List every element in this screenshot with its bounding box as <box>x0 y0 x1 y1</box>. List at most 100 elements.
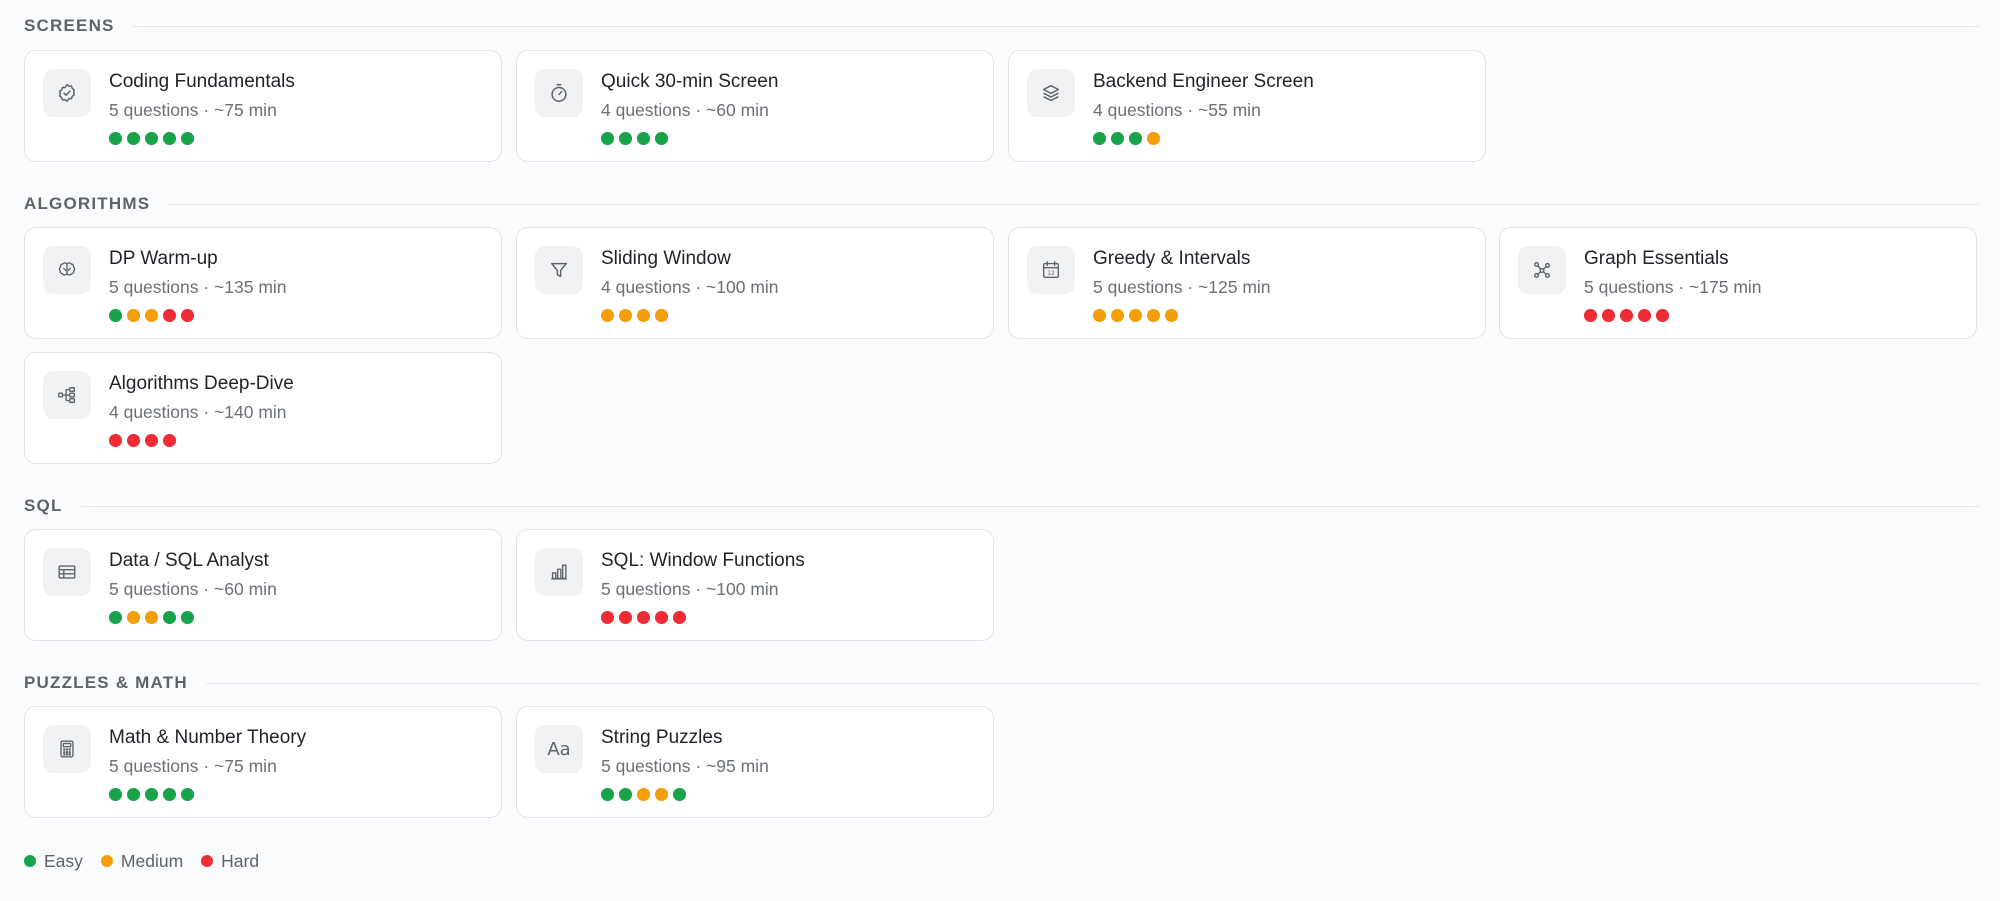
difficulty-dot-easy <box>1111 132 1124 145</box>
card-title: Algorithms Deep-Dive <box>109 373 294 394</box>
tree-structure-icon <box>43 371 91 419</box>
legend-dot-medium <box>100 855 113 867</box>
section-header-sql: SQL <box>24 496 1979 516</box>
card-graph-essentials[interactable]: Graph Essentials 5 questions · ~175 min <box>1499 227 1977 339</box>
card-coding-fundamentals[interactable]: Coding Fundamentals 5 questions · ~75 mi… <box>24 50 502 162</box>
card-title: Coding Fundamentals <box>109 71 295 92</box>
difficulty-dot-hard <box>673 611 686 624</box>
difficulty-dot-hard <box>163 434 176 447</box>
brain-icon <box>43 246 91 294</box>
difficulty-dot-medium <box>1093 309 1106 322</box>
difficulty-dot-hard <box>1656 309 1669 322</box>
difficulty-dots <box>109 611 194 624</box>
difficulty-dot-medium <box>1129 309 1142 322</box>
filter-icon <box>535 246 583 294</box>
difficulty-dot-easy <box>145 132 158 145</box>
difficulty-dot-easy <box>1093 132 1106 145</box>
difficulty-dots <box>1093 132 1160 145</box>
card-meta: 5 questions · ~75 min <box>109 100 277 120</box>
difficulty-dot-easy <box>109 611 122 624</box>
card-title: SQL: Window Functions <box>601 550 805 571</box>
legend-label: Hard <box>221 850 260 871</box>
legend-dot-easy <box>24 855 36 867</box>
graph-nodes-icon <box>1518 246 1566 294</box>
card-quick-30-min-screen[interactable]: Quick 30-min Screen 4 questions · ~60 mi… <box>516 50 994 162</box>
card-meta: 5 questions · ~175 min <box>1584 277 1762 297</box>
card-title: Sliding Window <box>601 248 731 269</box>
layers-icon <box>1027 69 1075 117</box>
difficulty-dot-easy <box>1129 132 1142 145</box>
difficulty-dots <box>601 788 686 801</box>
difficulty-dots <box>601 611 686 624</box>
card-title: Data / SQL Analyst <box>109 550 269 571</box>
difficulty-dot-easy <box>181 611 194 624</box>
difficulty-dots <box>1093 309 1178 322</box>
difficulty-dot-medium <box>1165 309 1178 322</box>
difficulty-dot-hard <box>619 611 632 624</box>
section-divider <box>132 25 1979 27</box>
card-dp-warm-up[interactable]: DP Warm-up 5 questions · ~135 min <box>24 227 502 339</box>
difficulty-dots <box>109 434 176 447</box>
difficulty-dot-hard <box>109 434 122 447</box>
legend-item-medium: Medium <box>100 851 183 872</box>
difficulty-dot-medium <box>637 788 650 801</box>
interview-sets-page: SCREENS Coding Fundamentals 5 questions … <box>0 0 2000 901</box>
text-aa-glyph: Aa <box>547 738 571 760</box>
difficulty-dot-medium <box>619 309 632 322</box>
card-meta: 5 questions · ~60 min <box>109 579 277 599</box>
card-math-number-theory[interactable]: Math & Number Theory 5 questions · ~75 m… <box>24 706 502 818</box>
section-divider <box>80 505 1979 507</box>
calendar-icon: 12 <box>1027 246 1075 294</box>
difficulty-dot-easy <box>109 132 122 145</box>
difficulty-dots <box>109 788 194 801</box>
card-data-sql-analyst[interactable]: Data / SQL Analyst 5 questions · ~60 min <box>24 529 502 641</box>
section-divider <box>168 203 1979 205</box>
difficulty-dot-hard <box>1584 309 1597 322</box>
difficulty-dots <box>1584 309 1669 322</box>
difficulty-dot-easy <box>127 132 140 145</box>
card-meta: 4 questions · ~60 min <box>601 100 769 120</box>
card-backend-engineer-screen[interactable]: Backend Engineer Screen 4 questions · ~5… <box>1008 50 1486 162</box>
badge-check-icon <box>43 69 91 117</box>
card-title: DP Warm-up <box>109 248 218 269</box>
section-header-screens: SCREENS <box>24 16 1979 36</box>
difficulty-dot-easy <box>673 788 686 801</box>
text-aa-icon: Aa <box>535 725 583 773</box>
difficulty-dot-medium <box>637 309 650 322</box>
card-algorithms-deep-dive[interactable]: Algorithms Deep-Dive 4 questions · ~140 … <box>24 352 502 464</box>
difficulty-dot-hard <box>637 611 650 624</box>
difficulty-dot-hard <box>127 434 140 447</box>
difficulty-dot-easy <box>181 788 194 801</box>
section-title: PUZZLES & MATH <box>24 673 188 692</box>
difficulty-dot-hard <box>145 434 158 447</box>
difficulty-dot-easy <box>619 132 632 145</box>
difficulty-dot-hard <box>655 611 668 624</box>
section-title: ALGORITHMS <box>24 194 151 213</box>
difficulty-dot-medium <box>145 611 158 624</box>
card-greedy-intervals[interactable]: 12 Greedy & Intervals 5 questions · ~125… <box>1008 227 1486 339</box>
difficulty-dot-medium <box>601 309 614 322</box>
svg-text:12: 12 <box>1047 270 1055 277</box>
difficulty-dot-easy <box>109 788 122 801</box>
card-sliding-window[interactable]: Sliding Window 4 questions · ~100 min <box>516 227 994 339</box>
card-sql-window-functions[interactable]: SQL: Window Functions 5 questions · ~100… <box>516 529 994 641</box>
card-meta: 4 questions · ~100 min <box>601 277 779 297</box>
legend-item-hard: Hard <box>201 851 259 872</box>
difficulty-dot-easy <box>163 611 176 624</box>
difficulty-dot-hard <box>1602 309 1615 322</box>
difficulty-dot-hard <box>181 309 194 322</box>
card-meta: 5 questions · ~75 min <box>109 756 277 776</box>
difficulty-dot-easy <box>637 132 650 145</box>
difficulty-dots <box>109 132 194 145</box>
difficulty-dot-medium <box>1147 309 1160 322</box>
difficulty-dot-easy <box>145 788 158 801</box>
difficulty-dot-easy <box>163 788 176 801</box>
card-title: String Puzzles <box>601 727 723 748</box>
card-meta: 5 questions · ~125 min <box>1093 277 1271 297</box>
difficulty-dot-medium <box>1147 132 1160 145</box>
card-title: Graph Essentials <box>1584 248 1729 269</box>
card-meta: 5 questions · ~100 min <box>601 579 779 599</box>
difficulty-legend: Easy Medium Hard <box>24 851 277 871</box>
card-string-puzzles[interactable]: Aa String Puzzles 5 questions · ~95 min <box>516 706 994 818</box>
section-header-algorithms: ALGORITHMS <box>24 194 1979 214</box>
